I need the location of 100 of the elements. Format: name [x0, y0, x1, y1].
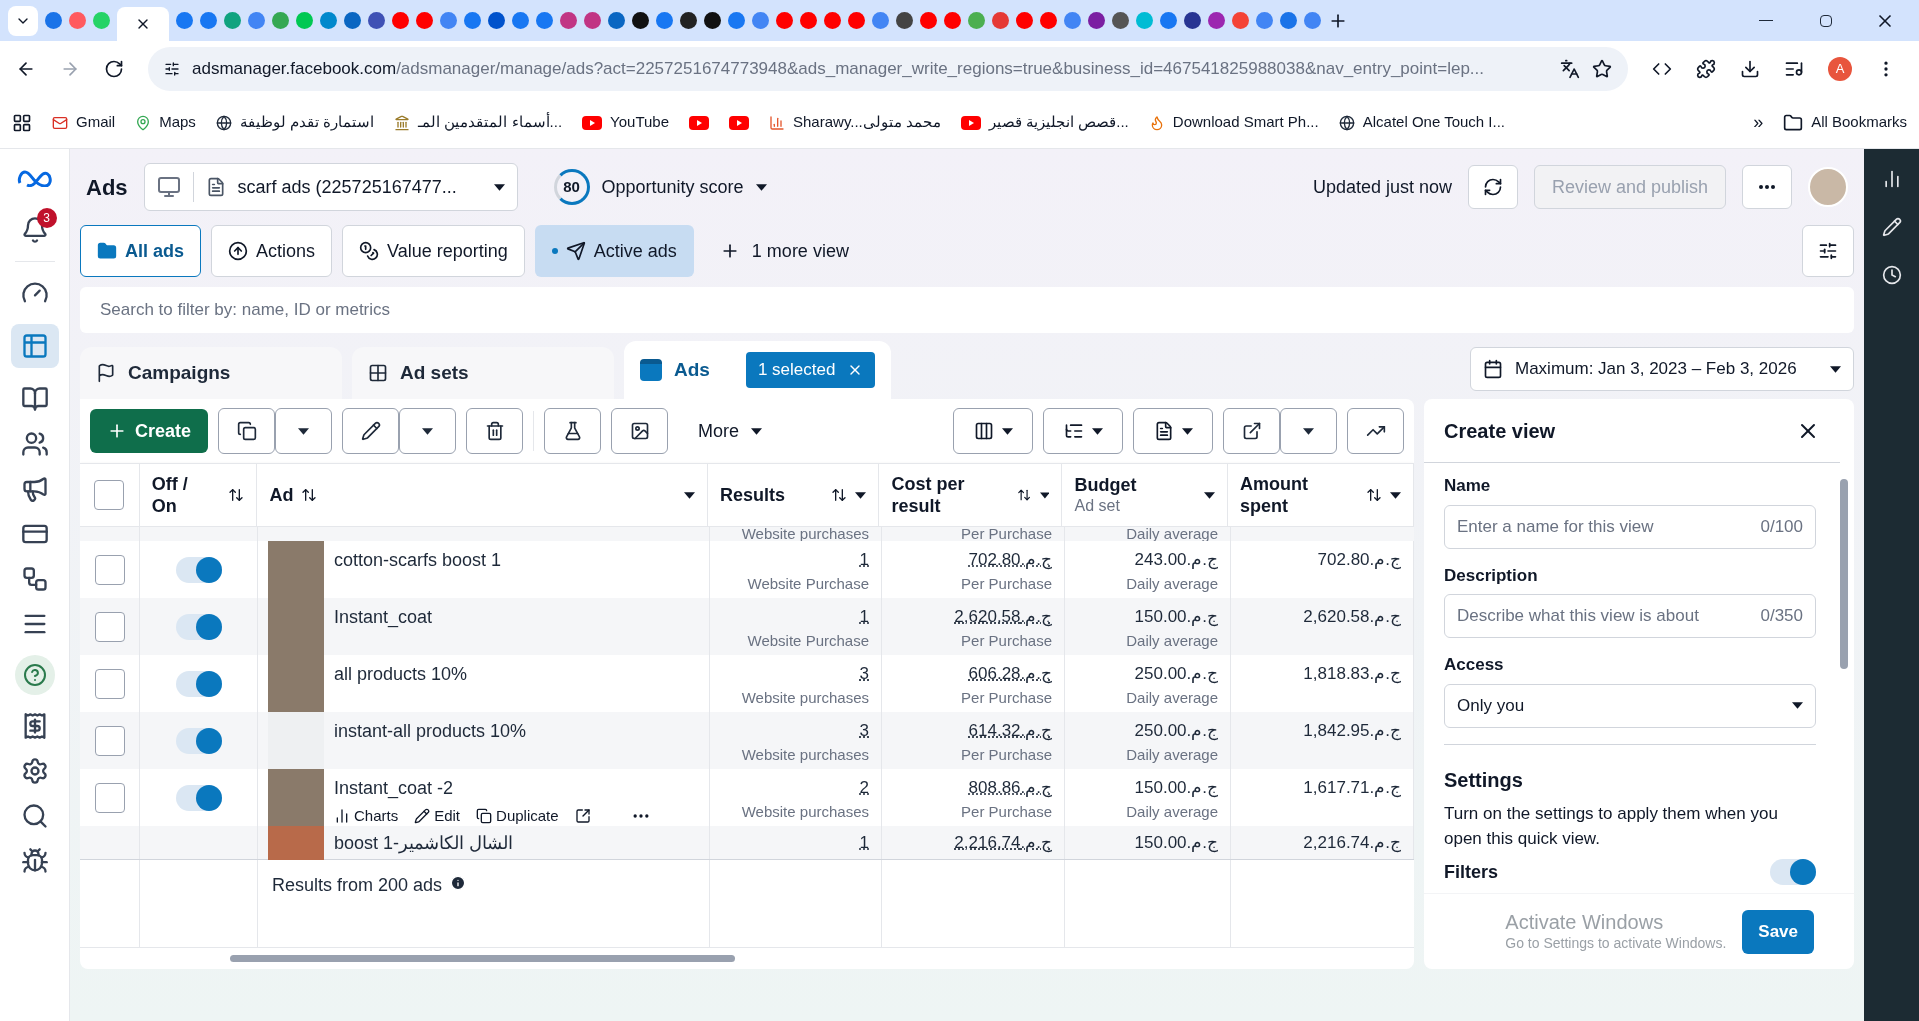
table-cell-text: 1	[859, 606, 869, 628]
cell-sublabel: Website purchases	[741, 687, 869, 708]
description-field[interactable]: Describe what this view is about 0/350	[1444, 594, 1816, 638]
activation-notice-title: Activate Windows	[1505, 910, 1665, 936]
character-count: 0/100	[1760, 515, 1803, 538]
cell-sublabel: Per Purchase	[961, 630, 1052, 651]
address-bar[interactable]: adsmanager.facebook.com/adsmanager/manage/ads?act=2257251674773948&ads_manager_write_regions=true&business_id=467541825988038&nav_entry_point=lep...	[148, 47, 1628, 91]
account-selector[interactable]: scarf ads (225725167477...	[143, 163, 518, 211]
field-label: Description	[1444, 564, 1539, 587]
column-header[interactable]: Amount spent	[1240, 472, 1350, 518]
table-cell-text: ج.م.614.32	[968, 720, 1052, 743]
table-cell-text: 2	[859, 777, 869, 799]
cell-sublabel: Website purchases	[741, 744, 869, 765]
level-tab[interactable]: Ad sets	[352, 347, 614, 399]
opportunity-score-button[interactable]: 80 Opportunity score	[553, 169, 767, 205]
notification-badge: 3	[36, 208, 57, 228]
column-header-group[interactable]: Budget Ad set	[1074, 473, 1137, 517]
column-header[interactable]: Off / On	[151, 472, 202, 518]
name-field[interactable]: Enter a name for this view 0/100	[1444, 504, 1816, 549]
panel-title: Create view	[1444, 418, 1557, 444]
description-input[interactable]: Describe what this view is about	[1457, 603, 1761, 629]
table-cell-text: ج.م.702.80	[1317, 549, 1401, 572]
ad-name[interactable]: Instant_coat -2	[334, 775, 651, 802]
cell-sublabel: Daily average	[1126, 573, 1218, 594]
view-tab[interactable]: Value reporting	[342, 225, 525, 277]
date-range-button[interactable]: Maximum: Jan 3, 2023 – Feb 3, 2026	[1470, 347, 1854, 391]
all-bookmarks-item[interactable]: All Bookmarks	[1783, 111, 1907, 134]
column-header[interactable]: Results	[720, 483, 785, 507]
column-header[interactable]: Ad	[269, 483, 294, 507]
cell-sublabel: Per Purchase	[961, 687, 1052, 708]
ad-name[interactable]: instant-all products 10%	[334, 718, 527, 745]
table-cell-text: ج.م.2,620.58	[954, 606, 1052, 629]
more-dropdown[interactable]: More	[678, 408, 782, 454]
column-subheader: Ad set	[1074, 496, 1121, 517]
bookmark-item[interactable]: Download Smart Ph...	[1148, 111, 1319, 134]
table-cell-text: ج.م.606.28	[968, 663, 1052, 686]
url-text: adsmanager.facebook.com/adsmanager/manage/ads?act=2257251674773948&ads_manager_write_regions=true&business_id=467541825988038&nav_entry_point=lep...	[192, 58, 1486, 81]
cell-sublabel: Daily average	[1126, 744, 1218, 765]
cell-sublabel: Daily average	[1126, 630, 1218, 651]
view-tab[interactable]: Actions	[211, 225, 333, 277]
field-label: Name	[1444, 475, 1492, 497]
bookmark-item[interactable]: قصص انجليزية قصير...	[960, 111, 1129, 134]
cell-sublabel: Per Purchase	[961, 801, 1052, 822]
column-header[interactable]: Cost per result	[891, 472, 1002, 518]
row-action-link[interactable]: Edit	[414, 805, 461, 828]
row-action-link[interactable]: Duplicate	[476, 805, 559, 828]
bookmark-item[interactable]: Alcatel One Touch I...	[1338, 111, 1505, 134]
filters-label: Filters	[1444, 860, 1500, 884]
table-cell-text: ج.م.150.00	[1134, 832, 1218, 855]
column-header[interactable]: Budget	[1074, 473, 1137, 497]
table-cell-text: ج.م.250.00	[1134, 663, 1218, 686]
cost-label: Per Purchase	[961, 525, 1052, 542]
table-cell-text: ج.م.243.00	[1134, 549, 1218, 572]
table-cell-text: ج.م.2,216.74	[954, 832, 1052, 855]
table-cell-text: ج.م.2,620.58	[1303, 606, 1401, 629]
bookmark-item[interactable]: YouTube	[582, 111, 669, 134]
level-tab[interactable]: Ads 1 selected	[624, 341, 892, 399]
ad-name[interactable]: cotton-scarfs boost 1	[334, 547, 502, 574]
bookmark-item[interactable]: Sharawy...محمد متولى	[769, 111, 941, 134]
view-tab[interactable]: All ads	[80, 225, 202, 277]
table-cell-text: ج.م.1,842.95	[1303, 720, 1401, 743]
results-summary: Results from 200 ads	[272, 874, 443, 897]
bookmark-item[interactable]: Maps	[135, 111, 196, 134]
ad-name[interactable]: all products 10%	[334, 661, 468, 688]
cell-sublabel: Daily average	[1126, 687, 1218, 708]
profile-avatar[interactable]: A	[1828, 57, 1852, 81]
view-tab[interactable]: Active ads	[534, 225, 694, 277]
activation-notice-text: Go to Settings to activate Windows.	[1505, 935, 1727, 953]
section-title: Settings	[1444, 767, 1524, 793]
create-button[interactable]: Create	[90, 409, 208, 453]
table-cell-text: 1	[859, 549, 869, 571]
page-title: Ads	[86, 173, 128, 202]
ad-name[interactable]: Instant_coat	[334, 604, 433, 631]
name-input[interactable]: Enter a name for this view	[1457, 513, 1761, 540]
table-cell-text: 3	[859, 663, 869, 685]
field-label: Access	[1444, 654, 1505, 676]
selection-chip[interactable]: 1 selected	[745, 352, 876, 388]
more-views-button[interactable]: 1 more view	[703, 237, 865, 265]
table-cell-text: 3	[859, 720, 869, 742]
access-dropdown[interactable]: Only you	[1444, 683, 1816, 728]
bookmark-item[interactable]: Gmail	[52, 111, 116, 134]
level-tab[interactable]: Campaigns	[80, 347, 342, 399]
row-action-link[interactable]: Charts	[334, 805, 399, 828]
bookmark-item[interactable]: استمارة تقدم لوظيفة	[215, 111, 375, 134]
table-cell-text: ج.م.150.00	[1134, 606, 1218, 629]
more-bookmarks-button[interactable]: »	[1753, 109, 1764, 136]
table-cell-text: ج.م.150.00	[1134, 777, 1218, 800]
character-count: 0/350	[1760, 605, 1803, 628]
cell-sublabel: Per Purchase	[961, 744, 1052, 765]
search-field[interactable]: Search to filter by: name, ID or metrics	[80, 287, 1854, 333]
cell-sublabel: Daily average	[1126, 801, 1218, 822]
budget-label: Daily average	[1126, 525, 1218, 542]
save-button[interactable]: Save	[1742, 909, 1814, 954]
table-cell-text: ج.م.1,818.83	[1303, 663, 1401, 686]
cell-sublabel: Website purchases	[741, 801, 869, 822]
results-label: Website purchases	[741, 525, 869, 542]
ad-name[interactable]: boost 1-الشال الكاشمير	[334, 826, 514, 859]
cell-sublabel: Per Purchase	[961, 573, 1052, 594]
table-cell-text: ج.م.702.80	[968, 549, 1052, 572]
bookmark-item[interactable]: أسماء المتقدمين المـ...	[394, 111, 563, 134]
